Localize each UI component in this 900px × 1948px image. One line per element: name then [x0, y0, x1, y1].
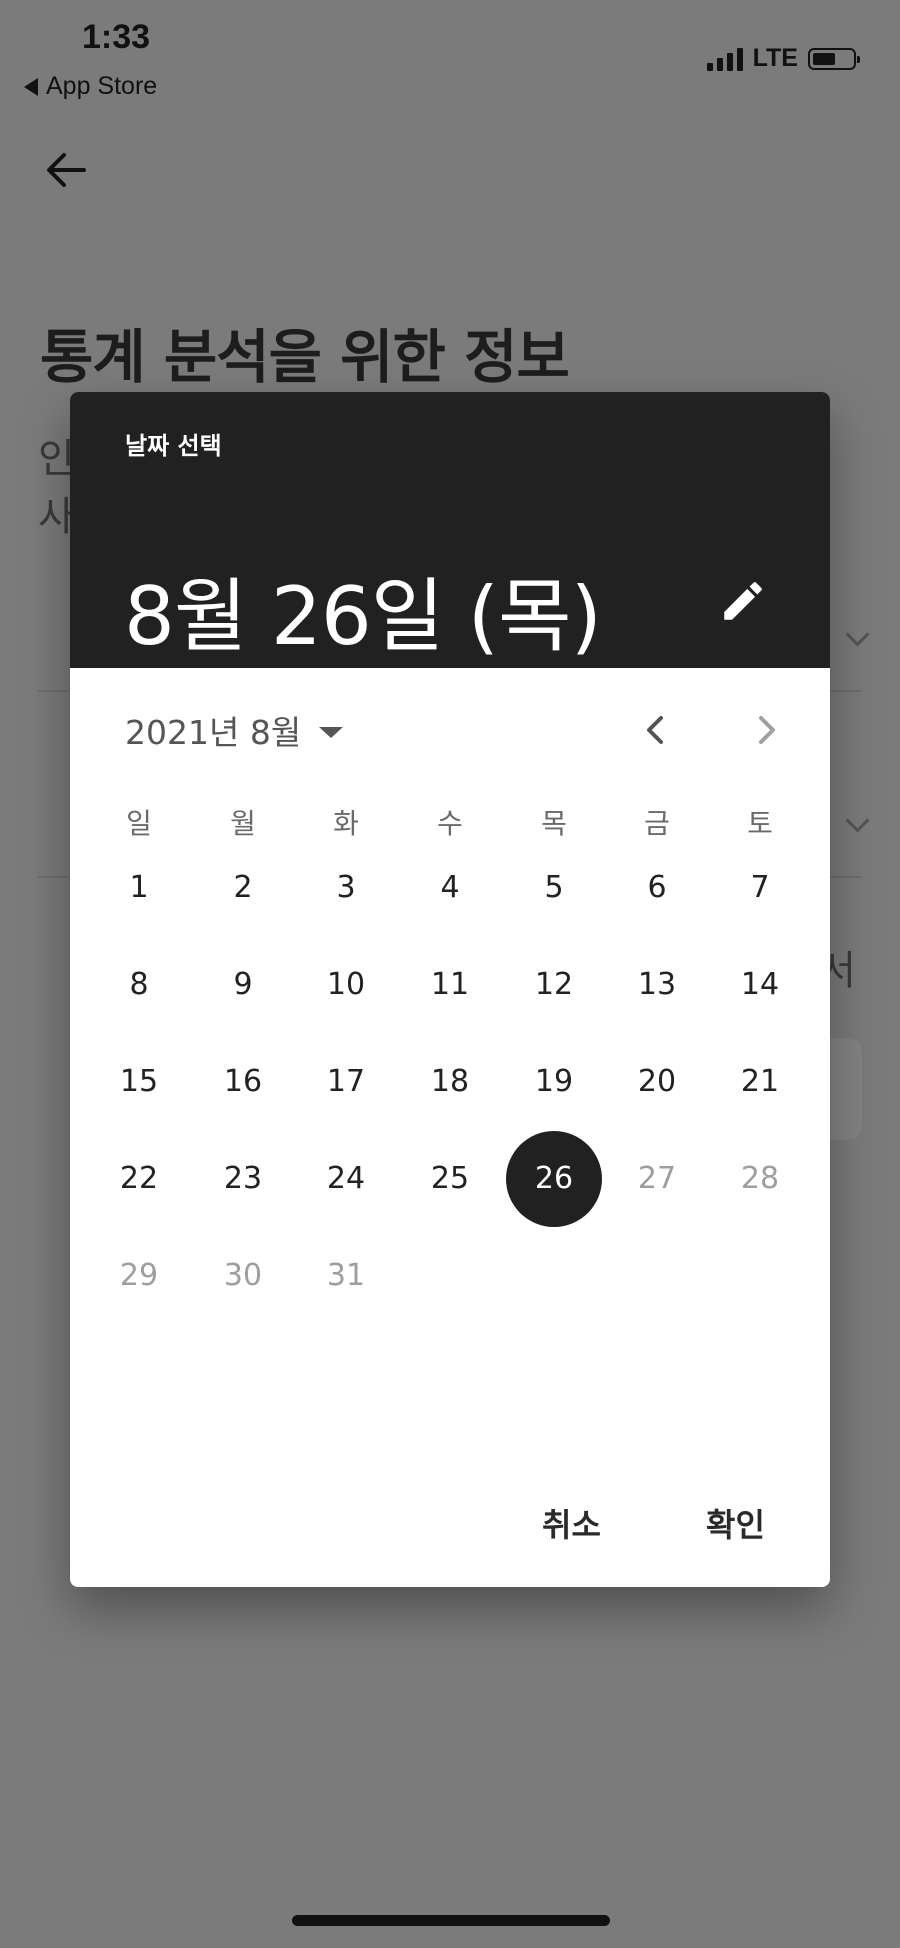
chevron-down-icon	[845, 622, 870, 647]
month-year-label: 2021년 8월	[125, 713, 302, 752]
calendar-day[interactable]: 24	[298, 1131, 394, 1227]
calendar-day[interactable]: 18	[402, 1034, 498, 1130]
weekday-label: 금	[644, 807, 670, 840]
calendar-day[interactable]: 3	[298, 840, 394, 936]
dialog-caption: 날짜 선택	[125, 432, 222, 460]
calendar-day: 31	[326, 1258, 366, 1293]
weekday-label: 월	[230, 807, 256, 840]
calendar-day[interactable]: 8	[91, 937, 187, 1033]
calendar-day[interactable]: 2	[195, 840, 291, 936]
month-year-selector[interactable]: 2021년 8월	[125, 706, 344, 754]
calendar-day[interactable]: 20	[609, 1034, 705, 1130]
battery-icon	[808, 47, 860, 70]
weekday-label: 화	[333, 807, 359, 840]
pencil-icon[interactable]	[718, 576, 768, 626]
calendar-day[interactable]: 22	[91, 1131, 187, 1227]
weekday-label: 수	[437, 807, 463, 840]
calendar-day[interactable]: 21	[712, 1034, 808, 1130]
calendar-day[interactable]: 25	[402, 1131, 498, 1227]
calendar-day: 30	[223, 1258, 263, 1293]
chevron-down-icon	[845, 808, 870, 833]
weekday-label: 토	[747, 807, 773, 840]
back-to-app-store[interactable]: App Store	[24, 72, 157, 101]
calendar-day: 27	[637, 1161, 677, 1196]
network-label: LTE	[752, 44, 798, 72]
chevron-right-icon[interactable]	[744, 708, 788, 752]
calendar-day[interactable]: 5	[506, 840, 602, 936]
back-triangle-icon	[24, 77, 38, 96]
calendar-day: 29	[119, 1258, 159, 1293]
calendar-day[interactable]: 7	[712, 840, 808, 936]
arrow-left-icon[interactable]	[44, 148, 88, 192]
cancel-button[interactable]: 취소	[542, 1500, 601, 1546]
selected-date-display: 8월 26일 (목)	[124, 570, 602, 663]
calendar-day[interactable]: 23	[195, 1131, 291, 1227]
calendar-day[interactable]: 6	[609, 840, 705, 936]
signal-icon	[706, 47, 743, 71]
calendar-day[interactable]: 10	[298, 937, 394, 1033]
weekday-label: 일	[126, 807, 152, 840]
weekday-label: 목	[541, 807, 567, 840]
calendar-day[interactable]: 1	[91, 840, 187, 936]
calendar-day[interactable]: 16	[195, 1034, 291, 1130]
calendar-day[interactable]: 14	[712, 937, 808, 1033]
calendar-day-selected[interactable]: 26	[506, 1131, 602, 1227]
calendar-day[interactable]: 19	[506, 1034, 602, 1130]
calendar-day: 28	[740, 1161, 780, 1196]
calendar-day[interactable]: 11	[402, 937, 498, 1033]
status-indicators: LTE	[706, 44, 860, 73]
ok-button[interactable]: 확인	[706, 1500, 765, 1546]
calendar-day[interactable]: 9	[195, 937, 291, 1033]
caret-down-icon	[319, 726, 344, 738]
calendar-day[interactable]: 17	[298, 1034, 394, 1130]
dialog-header: 날짜 선택 8월 26일 (목)	[70, 392, 830, 668]
status-time: 1:33	[82, 18, 151, 56]
page-title: 통계 분석을 위한 정보	[40, 323, 570, 391]
calendar-day[interactable]: 13	[609, 937, 705, 1033]
back-app-label: App Store	[46, 72, 158, 100]
calendar-day[interactable]: 12	[506, 937, 602, 1033]
calendar-day[interactable]: 15	[91, 1034, 187, 1130]
chevron-left-icon[interactable]	[634, 708, 678, 752]
calendar-day[interactable]: 4	[402, 840, 498, 936]
date-picker-dialog: 날짜 선택 8월 26일 (목) 2021년 8월 일월화수목금토 123456…	[70, 392, 830, 1587]
home-indicator	[292, 1915, 610, 1926]
